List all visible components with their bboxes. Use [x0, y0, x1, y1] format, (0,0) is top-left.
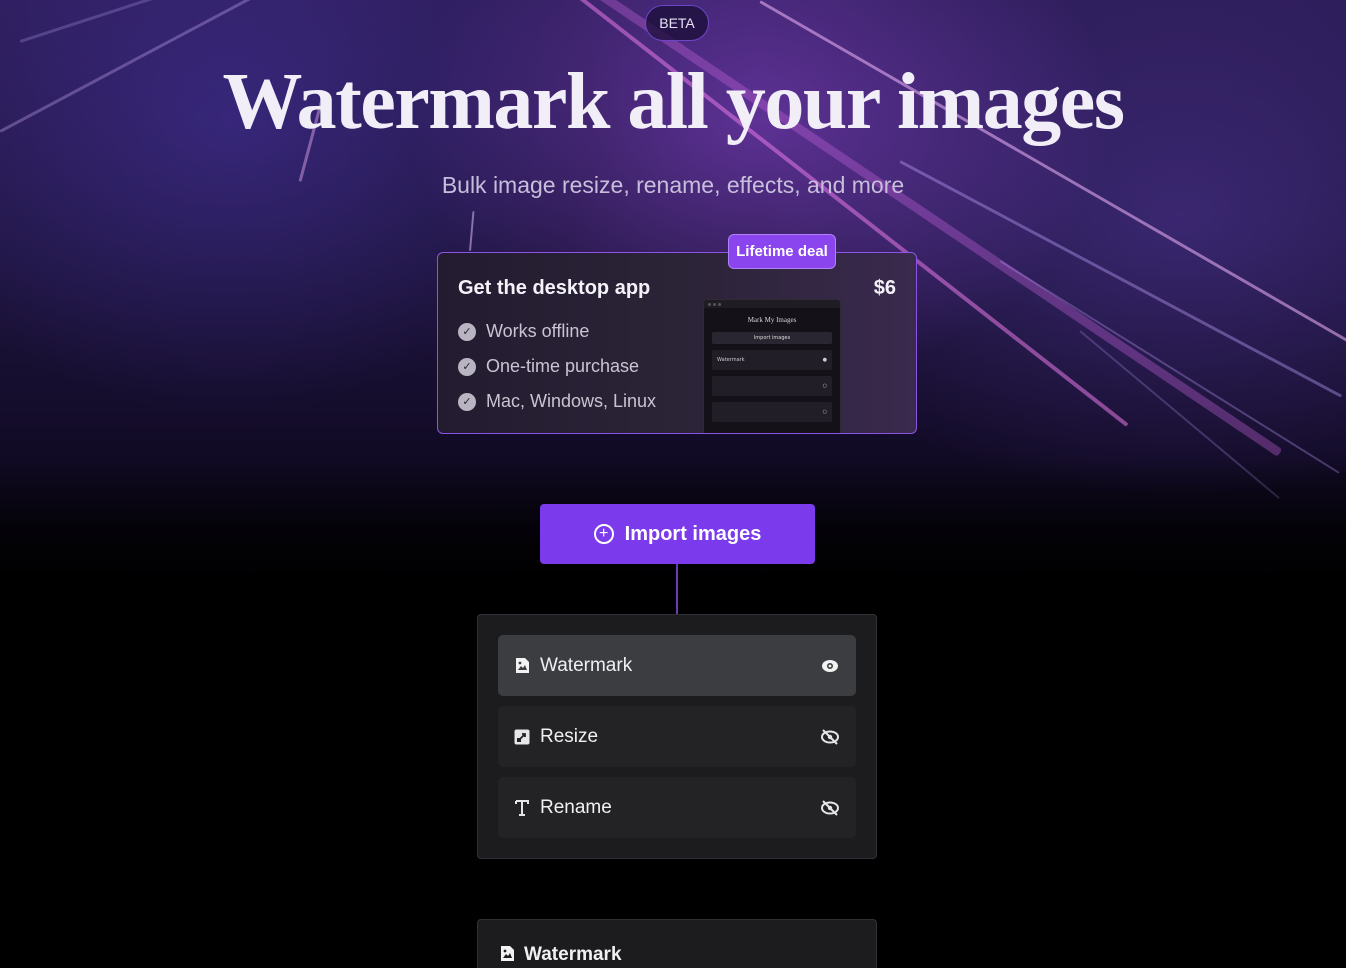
preview-window-bar [704, 300, 840, 308]
check-circle-icon: ✓ [458, 322, 476, 341]
check-circle-icon: ✓ [458, 357, 476, 376]
hero-subtitle: Bulk image resize, rename, effects, and … [441, 172, 905, 198]
flow-connector-line [676, 564, 678, 614]
preview-eye-icon: ● [822, 357, 827, 363]
feature-label: Mac, Windows, Linux [486, 391, 657, 411]
resize-icon [514, 728, 530, 746]
watermark-settings-card: Watermark [477, 919, 877, 968]
image-file-icon [514, 657, 530, 675]
preview-step-label: Watermark [717, 357, 745, 363]
feature-item: ✓ One-time purchase [458, 356, 639, 377]
feature-item: ✓ Mac, Windows, Linux [458, 391, 656, 412]
preview-eye-off-icon: ○ [822, 383, 827, 389]
preview-eye-off-icon: ○ [822, 409, 827, 415]
text-icon [514, 799, 530, 817]
step-resize[interactable]: Resize [498, 706, 856, 767]
image-file-icon [500, 945, 515, 966]
desktop-app-title: Get the desktop app [458, 277, 651, 299]
app-preview-screenshot: Mark My Images Import images Watermark ●… [703, 299, 841, 433]
feature-item: ✓ Works offline [458, 321, 589, 342]
beta-badge: BETA [645, 5, 709, 41]
step-rename[interactable]: Rename [498, 777, 856, 838]
preview-step-row: Watermark ● [712, 350, 832, 370]
preview-step-row: ○ [712, 402, 832, 422]
eye-icon[interactable] [820, 656, 840, 676]
desktop-app-card[interactable]: Get the desktop app $6 ✓ Works offline ✓… [437, 252, 917, 434]
preview-app-title: Mark My Images [747, 316, 797, 324]
import-images-button[interactable]: + Import images [540, 504, 815, 564]
import-images-label: Import images [624, 522, 762, 545]
watermark-settings-header: Watermark [500, 944, 622, 966]
step-label: Watermark [540, 654, 633, 676]
eye-off-icon[interactable] [820, 727, 840, 747]
steps-panel: Watermark Resize Rename [477, 614, 877, 859]
feature-label: Works offline [486, 321, 590, 341]
eye-off-icon[interactable] [820, 798, 840, 818]
step-label: Rename [540, 796, 612, 818]
step-label: Resize [540, 725, 599, 747]
hero-title: Watermark all your images [222, 58, 1125, 146]
step-watermark[interactable]: Watermark [498, 635, 856, 696]
desktop-app-price: $6 [873, 277, 896, 299]
lifetime-deal-badge: Lifetime deal [728, 234, 836, 269]
check-circle-icon: ✓ [458, 392, 476, 411]
preview-step-row: ○ [712, 376, 832, 396]
plus-circle-icon: + [593, 524, 614, 544]
preview-import-button: Import images [712, 332, 832, 344]
feature-label: One-time purchase [486, 356, 640, 376]
watermark-settings-title: Watermark [524, 944, 622, 965]
